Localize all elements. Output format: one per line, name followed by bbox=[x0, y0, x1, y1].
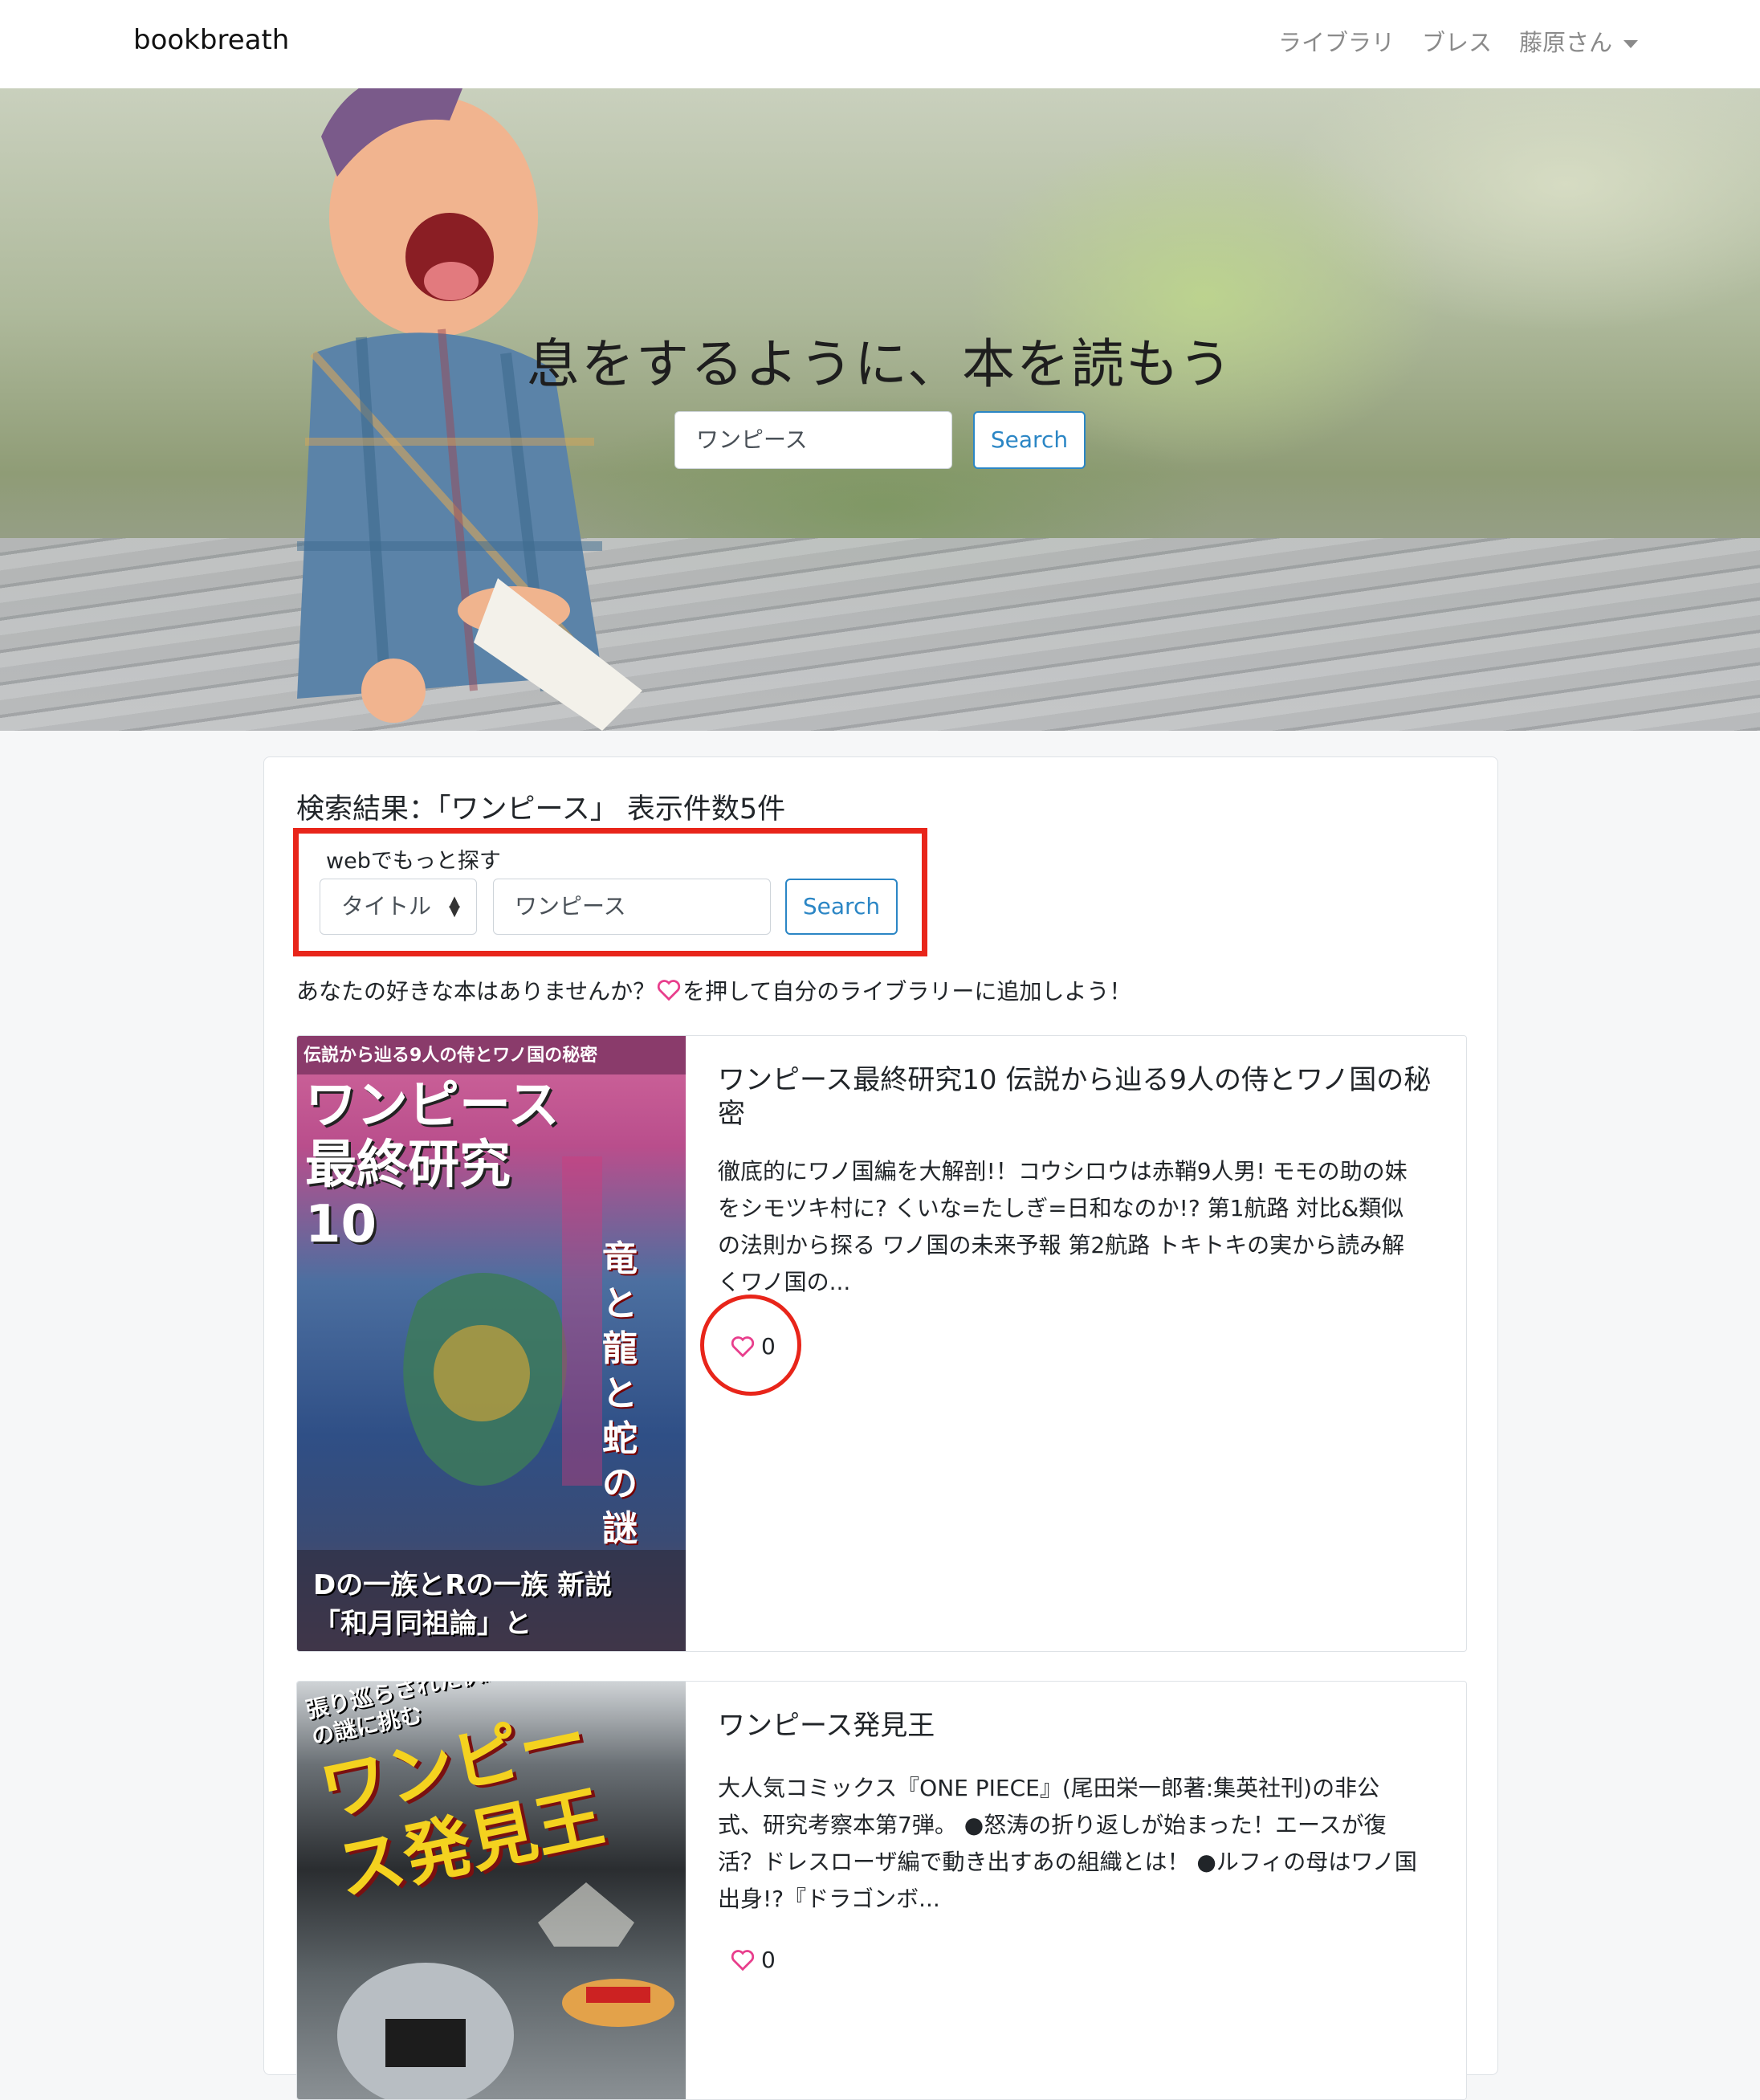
hero-banner: 息をするように、本を読もう ワンピース Search bbox=[0, 88, 1760, 731]
like-button[interactable]: 0 bbox=[731, 1947, 776, 1973]
web-search-button[interactable]: Search bbox=[785, 879, 898, 935]
library-hint: あなたの好きな本はありませんか？ を押して自分のライブラリーに追加しよう！ bbox=[296, 974, 1131, 1006]
book-cover-image[interactable]: 伝説から辿る9人の侍とワノ国の秘密 ワンピース最終研究10 竜と龍と蛇の謎 Dの… bbox=[297, 1036, 686, 1651]
results-heading: 検索結果：「ワンピース」 表示件数5件 bbox=[296, 793, 786, 826]
web-search-highlight-box: webでもっと探す タイトル ▲ ▼ ワンピース Search bbox=[293, 828, 927, 956]
hero-bench-background bbox=[0, 538, 1760, 731]
cover-top-text: 伝説から辿る9人の侍とワノ国の秘密 bbox=[304, 1046, 598, 1066]
search-type-select[interactable]: タイトル ▲ ▼ bbox=[320, 879, 477, 935]
book-description: 大人気コミックス『ONE PIECE』(尾田栄一郎著:集英社刊)の非公式、研究考… bbox=[718, 1775, 1417, 1912]
hero-title: 息をするように、本を読もう bbox=[526, 333, 1234, 395]
brand-logo[interactable]: bookbreath bbox=[133, 24, 289, 56]
cover-title-text: ワンピース最終研究10 bbox=[305, 1076, 560, 1254]
cover-bottom-text: Dの一族とRの一族 新説「和月同祖論」と bbox=[313, 1569, 613, 1640]
search-type-value: タイトル bbox=[341, 893, 432, 920]
web-search-input[interactable]: ワンピース bbox=[493, 879, 771, 935]
nav-breath-link[interactable]: ブレス bbox=[1422, 24, 1492, 58]
heart-icon bbox=[731, 1949, 755, 1971]
select-arrows-icon: ▲ ▼ bbox=[449, 893, 460, 920]
like-highlight-circle bbox=[700, 1295, 801, 1396]
results-panel: 検索結果：「ワンピース」 表示件数5件 webでもっと探す タイトル ▲ ▼ ワン… bbox=[263, 756, 1498, 2100]
user-menu-dropdown[interactable]: 藤原さん bbox=[1519, 24, 1638, 58]
hero-search-button[interactable]: Search bbox=[973, 411, 1086, 469]
web-search-label: webでもっと探す bbox=[326, 849, 501, 874]
book-cover-image[interactable]: 張り巡らされた伏線パズルの謎に挑む ワンピース発見王 bbox=[297, 1682, 686, 2099]
nav-links: ライブラリ ブレス 藤原さん bbox=[1278, 24, 1638, 58]
heart-icon bbox=[658, 980, 681, 1001]
cover-sub-text: 竜と龍と蛇の謎 bbox=[602, 1238, 638, 1549]
nav-library-link[interactable]: ライブラリ bbox=[1278, 24, 1395, 58]
book-card: 伝説から辿る9人の侍とワノ国の秘密 ワンピース最終研究10 竜と龍と蛇の謎 Dの… bbox=[296, 1035, 1467, 1652]
hero-child-photo bbox=[297, 88, 642, 731]
book-card: 張り巡らされた伏線パズルの謎に挑む ワンピース発見王 ワンピース発見王 大人気コ… bbox=[296, 1681, 1467, 2100]
hint-text-before: あなたの好きな本はありませんか？ bbox=[296, 978, 656, 1005]
navbar: bookbreath ライブラリ ブレス 藤原さん bbox=[0, 0, 1760, 88]
like-count: 0 bbox=[761, 1947, 776, 1973]
hint-text-after: を押して自分のライブラリーに追加しよう！ bbox=[682, 978, 1132, 1005]
book-description: 徹底的にワノ国編を大解剖!！コウシロウは赤鞘9人男! モモの助の妹をシモツキ村に… bbox=[718, 1158, 1408, 1295]
book-title[interactable]: ワンピース発見王 bbox=[718, 1709, 1432, 1743]
hero-search-input[interactable]: ワンピース bbox=[674, 411, 952, 469]
book-title[interactable]: ワンピース最終研究10 伝説から辿る9人の侍とワノ国の秘密 bbox=[718, 1063, 1432, 1131]
caret-down-icon bbox=[1624, 40, 1638, 48]
user-name: 藤原さん bbox=[1518, 29, 1612, 56]
